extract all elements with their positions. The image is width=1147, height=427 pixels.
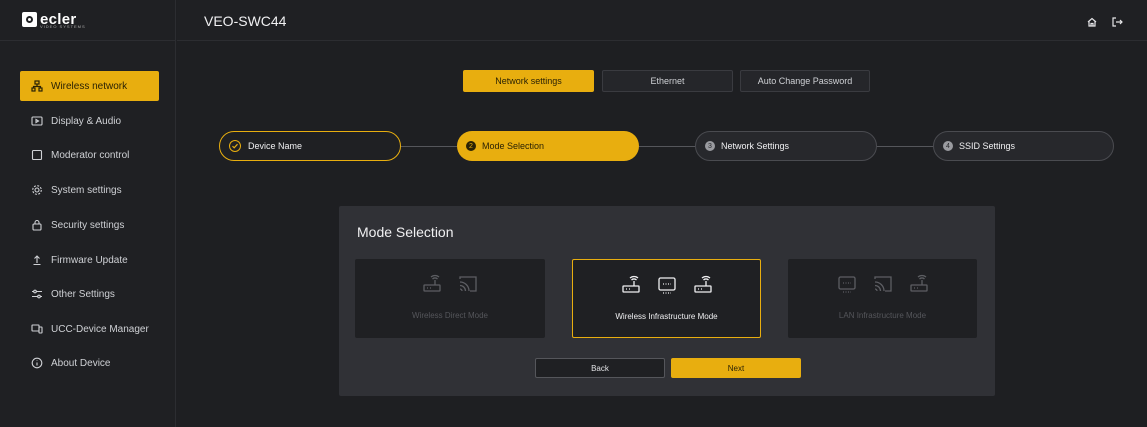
- mode-card-wireless-infrastructure[interactable]: Wireless Infrastructure Mode: [572, 259, 761, 338]
- square-icon: [30, 148, 44, 162]
- button-label: Back: [591, 363, 609, 373]
- sidebar-item-label: Display & Audio: [51, 115, 122, 127]
- sidebar-item-label: UCC-Device Manager: [51, 323, 149, 335]
- router-icon: [421, 273, 443, 295]
- step-device-name[interactable]: Device Name: [219, 131, 401, 161]
- sidebar-item-ucc-device-manager[interactable]: UCC-Device Manager: [20, 314, 159, 344]
- sidebar-item-label: Other Settings: [51, 288, 115, 300]
- display-icon: [30, 114, 44, 128]
- step-label: Device Name: [248, 141, 303, 151]
- device-manager-icon: [30, 322, 44, 336]
- mode-label: Wireless Direct Mode: [411, 311, 488, 320]
- sliders-icon: [30, 287, 44, 301]
- step-ssid-settings[interactable]: 4 SSID Settings: [933, 131, 1114, 161]
- router-icon: [692, 274, 714, 296]
- mode-card-wireless-direct[interactable]: Wireless Direct Mode: [355, 259, 545, 338]
- sidebar-item-label: Security settings: [51, 219, 125, 231]
- step-label: Mode Selection: [482, 141, 545, 151]
- step-mode-selection[interactable]: 2 Mode Selection: [457, 131, 639, 161]
- sidebar-item-firmware-update[interactable]: Firmware Update: [20, 245, 159, 275]
- network-icon: [30, 79, 44, 93]
- monitor-icon: [836, 273, 858, 295]
- cast-icon: [872, 273, 894, 295]
- upload-icon: [30, 253, 44, 267]
- sidebar-item-label: Wireless network: [51, 80, 128, 92]
- monitor-icon: [656, 274, 678, 296]
- panel-title: Mode Selection: [357, 224, 454, 240]
- logout-icon[interactable]: [1111, 15, 1123, 27]
- mode-label: LAN Infrastructure Mode: [838, 311, 927, 320]
- tab-ethernet[interactable]: Ethernet: [602, 70, 733, 92]
- step-number: 2: [466, 141, 476, 151]
- step-number: 4: [943, 141, 953, 151]
- sidebar-item-about-device[interactable]: About Device: [20, 348, 159, 378]
- sidebar-item-other-settings[interactable]: Other Settings: [20, 279, 159, 309]
- sidebar-item-security-settings[interactable]: Security settings: [20, 210, 159, 240]
- sidebar: ecler VIDEO SYSTEMS Wireless network Dis…: [0, 0, 176, 427]
- home-icon[interactable]: [1086, 15, 1098, 27]
- sidebar-item-wireless-network[interactable]: Wireless network: [20, 71, 159, 101]
- mode-selection-panel: Mode Selection Wireless Direct Mode Wire…: [339, 206, 995, 396]
- mode-card-lan-infrastructure[interactable]: LAN Infrastructure Mode: [788, 259, 977, 338]
- step-connector: [876, 146, 933, 147]
- check-icon: [229, 140, 241, 152]
- step-connector: [400, 146, 457, 147]
- logo-mark-icon: [22, 11, 37, 27]
- tab-network-settings[interactable]: Network settings: [463, 70, 594, 92]
- step-connector: [638, 146, 695, 147]
- top-bar: VEO-SWC44: [177, 0, 1147, 41]
- sidebar-item-label: Moderator control: [51, 149, 130, 161]
- step-label: Network Settings: [721, 141, 790, 151]
- sidebar-item-label: Firmware Update: [51, 254, 128, 266]
- page-title: VEO-SWC44: [204, 13, 287, 29]
- next-button[interactable]: Next: [671, 358, 801, 378]
- tab-label: Auto Change Password: [757, 76, 853, 86]
- sidebar-item-moderator-control[interactable]: Moderator control: [20, 140, 159, 170]
- mode-label: Wireless Infrastructure Mode: [615, 312, 718, 321]
- router-icon: [908, 273, 930, 295]
- info-icon: [30, 356, 44, 370]
- tab-label: Ethernet: [650, 76, 685, 86]
- sidebar-divider: [0, 40, 176, 41]
- button-label: Next: [727, 363, 745, 373]
- sidebar-item-system-settings[interactable]: System settings: [20, 175, 159, 205]
- sidebar-item-label: System settings: [51, 184, 122, 196]
- cast-icon: [457, 273, 479, 295]
- step-network-settings[interactable]: 3 Network Settings: [695, 131, 877, 161]
- tab-auto-change-password[interactable]: Auto Change Password: [740, 70, 870, 92]
- back-button[interactable]: Back: [535, 358, 665, 378]
- lock-icon: [30, 218, 44, 232]
- gear-icon: [30, 183, 44, 197]
- brand-subtitle: VIDEO SYSTEMS: [40, 24, 86, 29]
- router-icon: [620, 274, 642, 296]
- sidebar-item-label: About Device: [51, 357, 111, 369]
- step-number: 3: [705, 141, 715, 151]
- tab-label: Network settings: [495, 76, 562, 86]
- sidebar-item-display-audio[interactable]: Display & Audio: [20, 106, 159, 136]
- step-label: SSID Settings: [959, 141, 1016, 151]
